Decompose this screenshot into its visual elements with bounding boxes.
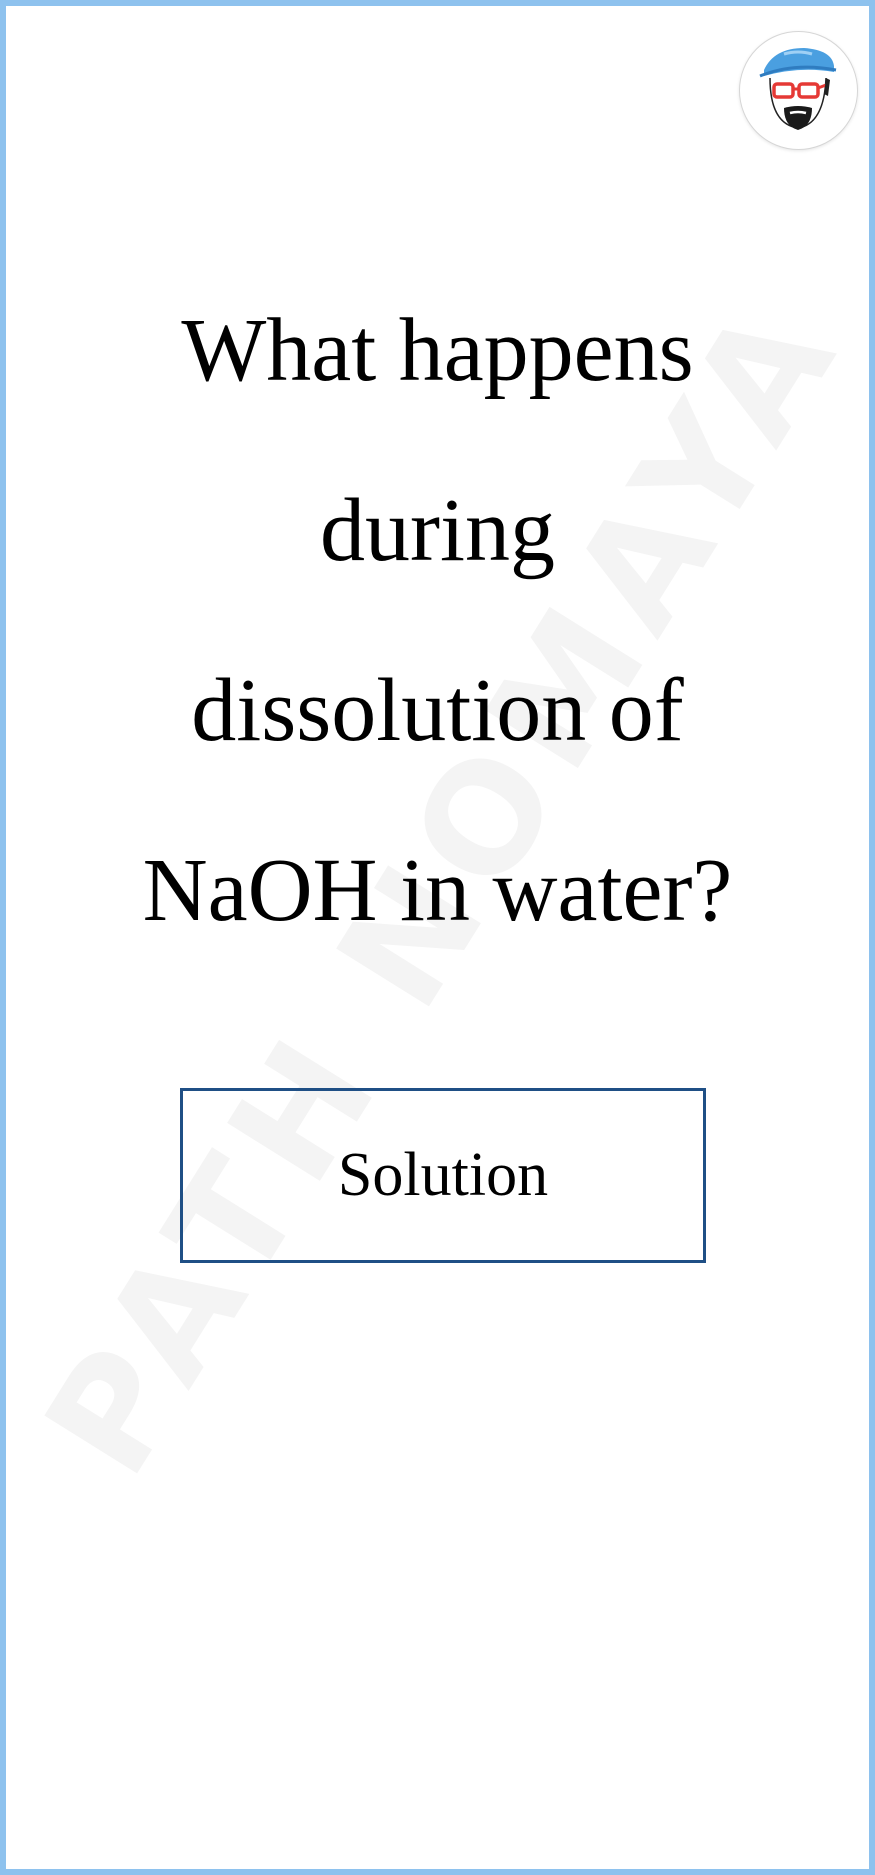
question-line: What happens [181, 301, 694, 400]
question-text: What happens during dissolution of NaOH … [66, 261, 809, 981]
question-line: NaOH in water? [142, 841, 733, 940]
avatar[interactable] [739, 31, 858, 150]
solution-button-label: Solution [337, 1141, 549, 1209]
page-frame: PATH NOMAYA What happens during dissolut… [0, 0, 875, 1875]
solution-button[interactable]: Solution [180, 1088, 706, 1263]
cartoon-face-icon [759, 48, 837, 130]
question-line: dissolution of [191, 661, 684, 760]
question-line: during [320, 481, 555, 580]
